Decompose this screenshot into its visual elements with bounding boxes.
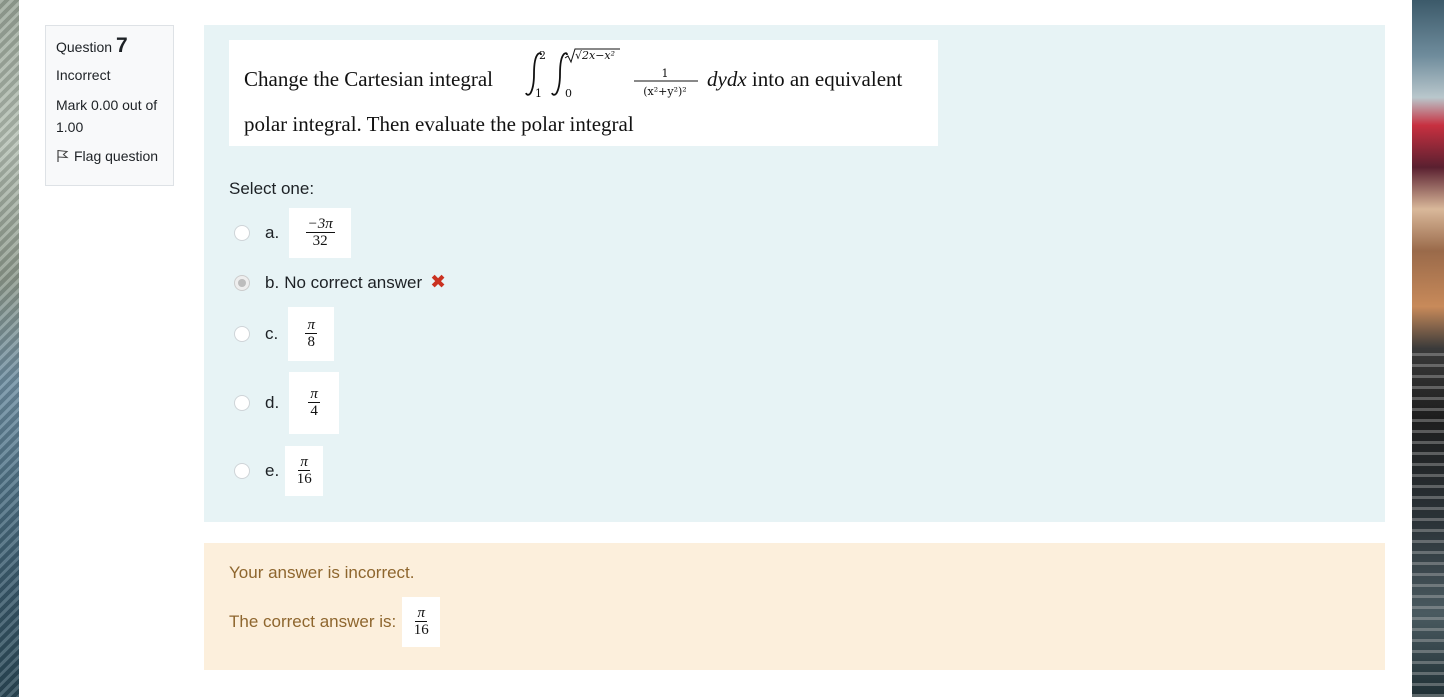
option-a-letter: a. [265, 223, 280, 242]
option-c[interactable]: c. π 8 [234, 307, 335, 361]
outer-upper-limit: 2 [539, 49, 546, 62]
flag-question-label: Flag question [74, 148, 159, 164]
option-e-letter: e. [265, 461, 280, 480]
question-number-value: 7 [116, 34, 128, 57]
select-one-prompt: Select one: [229, 179, 315, 198]
option-b-radio[interactable] [234, 274, 250, 291]
option-b-letter: b. [265, 272, 280, 292]
answer-feedback: Your answer is incorrect. The correct an… [204, 543, 1385, 670]
option-a-math: −3π 32 [289, 208, 352, 258]
option-c-math: π 8 [288, 307, 335, 361]
option-c-numerator: π [305, 317, 317, 334]
double-integral: 2 1 0 √2x−x² [525, 48, 620, 100]
option-d-math: π 4 [289, 372, 340, 434]
integrand-fraction: 1 (x²+y²)² [634, 67, 698, 98]
outer-lower-limit: 1 [535, 87, 542, 100]
correct-answer-label: The correct answer is: [229, 612, 397, 631]
option-d[interactable]: d. π 4 [234, 372, 340, 434]
option-e-denominator: 16 [296, 471, 312, 487]
option-e-radio[interactable] [234, 463, 250, 479]
flag-icon [57, 149, 69, 162]
question-label: Question [56, 39, 113, 55]
option-c-denominator: 8 [307, 334, 315, 350]
integrand-denominator: (x²+y²)² [643, 85, 686, 98]
correct-answer-denominator: 16 [413, 622, 429, 638]
background-photo-right [1412, 0, 1444, 697]
option-b[interactable]: b. No correct answer ✖ [234, 271, 446, 294]
option-d-letter: d. [265, 393, 280, 412]
incorrect-icon: ✖ [430, 272, 447, 293]
correct-answer-numerator: π [415, 605, 427, 622]
option-a-radio[interactable] [234, 225, 250, 241]
option-a[interactable]: a. −3π 32 [234, 208, 352, 258]
inner-upper-limit: √2x−x² [575, 49, 615, 62]
question-text-end-words: into an equivalent [751, 67, 903, 91]
question-text-image: Change the Cartesian integral 2 1 0 √2x−… [229, 40, 938, 146]
correct-answer: The correct answer is: π 16 [229, 597, 441, 647]
option-a-denominator: 32 [312, 233, 328, 249]
option-d-numerator: π [308, 386, 320, 403]
question-grade: Mark 0.00 out of 1.00 [56, 97, 158, 135]
question-text-line2: polar integral. Then evaluate the polar … [244, 112, 634, 136]
differentials: dydx [707, 67, 747, 91]
option-a-numerator: −3π [305, 216, 335, 233]
option-b-text: No correct answer [284, 272, 423, 292]
question-info: Question 7 Incorrect Mark 0.00 out of 1.… [45, 25, 174, 186]
question-text-start: Change the Cartesian integral [244, 67, 493, 91]
flag-question-link[interactable]: Flag question [56, 148, 163, 164]
option-d-radio[interactable] [234, 395, 250, 411]
option-e-numerator: π [298, 454, 310, 471]
option-e-math: π 16 [285, 446, 324, 496]
option-d-denominator: 4 [310, 403, 318, 419]
question-number: Question 7 [56, 34, 163, 58]
question-formulation: Change the Cartesian integral 2 1 0 √2x−… [204, 25, 1385, 522]
option-c-letter: c. [265, 324, 279, 343]
question-text-end: dydx into an equivalent [707, 67, 902, 92]
option-e[interactable]: e. π 16 [234, 446, 324, 496]
correct-answer-math: π 16 [402, 597, 441, 647]
question-state: Incorrect [56, 67, 111, 83]
feedback-status: Your answer is incorrect. [229, 563, 415, 582]
inner-lower-limit: 0 [565, 87, 572, 100]
option-c-radio[interactable] [234, 326, 250, 342]
integrand-numerator: 1 [662, 67, 669, 80]
background-photo-left [0, 0, 19, 697]
